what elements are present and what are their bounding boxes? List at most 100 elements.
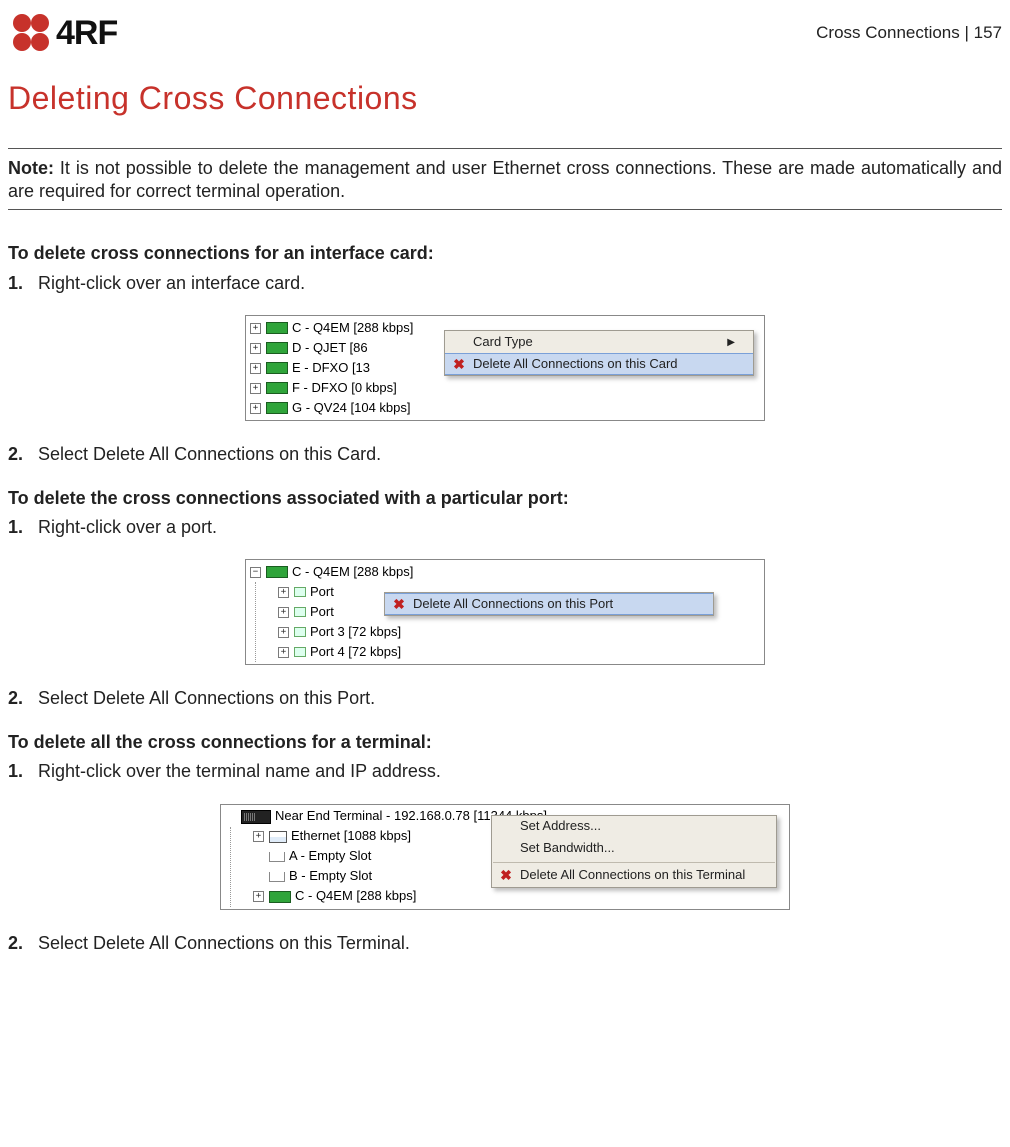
- logo: 4RF: [8, 10, 117, 56]
- menu-label: Delete All Connections on this Port: [413, 596, 613, 613]
- card-icon: [266, 322, 288, 334]
- section2-step1: 1. Right-click over a port.: [8, 516, 1002, 539]
- section2-head: To delete the cross connections associat…: [8, 487, 1002, 510]
- menu-item-set-address[interactable]: Set Address...: [492, 816, 776, 838]
- figure-terminal-tree: Near End Terminal - 192.168.0.78 [11344 …: [220, 804, 790, 910]
- port-icon: [294, 627, 306, 637]
- step-text: Select Delete All Connections on this Te…: [38, 932, 1002, 955]
- menu-label: Set Bandwidth...: [520, 840, 615, 857]
- tree-label: Ethernet [1088 kbps]: [291, 828, 411, 845]
- slot-icon: [269, 872, 285, 882]
- card-icon: [266, 402, 288, 414]
- spacer-icon: [225, 811, 236, 822]
- expand-icon[interactable]: +: [250, 343, 261, 354]
- slot-icon: [269, 852, 285, 862]
- tree-label: C - Q4EM [288 kbps]: [295, 888, 416, 905]
- tree-label: A - Empty Slot: [289, 848, 371, 865]
- expand-icon[interactable]: +: [250, 383, 261, 394]
- card-icon: [266, 382, 288, 394]
- tree-label: D - QJET [86: [292, 340, 368, 357]
- tree-label: C - Q4EM [288 kbps]: [292, 564, 413, 581]
- step-text: Right-click over an interface card.: [38, 272, 1002, 295]
- tree-row[interactable]: + Port 4 [72 kbps]: [274, 642, 764, 662]
- menu-item-delete-port[interactable]: ✖ Delete All Connections on this Port: [385, 593, 713, 615]
- tree-row[interactable]: + G - QV24 [104 kbps]: [246, 398, 764, 418]
- delete-icon: ✖: [451, 355, 467, 373]
- expand-icon[interactable]: +: [278, 627, 289, 638]
- note-text: It is not possible to delete the managem…: [8, 158, 1002, 201]
- menu-item-card-type[interactable]: Card Type ▶: [445, 331, 753, 353]
- note-label: Note:: [8, 158, 54, 178]
- figure-port-tree: − C - Q4EM [288 kbps] + Port + Port + Po…: [245, 559, 765, 665]
- tree-label: G - QV24 [104 kbps]: [292, 400, 411, 417]
- expand-icon[interactable]: +: [278, 647, 289, 658]
- tree-row[interactable]: − C - Q4EM [288 kbps]: [246, 562, 764, 582]
- step-text: Select Delete All Connections on this Ca…: [38, 443, 1002, 466]
- card-icon: [266, 566, 288, 578]
- tree-label: Port: [310, 604, 334, 621]
- submenu-arrow-icon: ▶: [727, 336, 735, 349]
- spacer-icon: [253, 851, 264, 862]
- tree-label: C - Q4EM [288 kbps]: [292, 320, 413, 337]
- card-icon: [266, 342, 288, 354]
- expand-icon[interactable]: +: [250, 363, 261, 374]
- tree-label: Port: [310, 584, 334, 601]
- context-menu: ✖ Delete All Connections on this Port: [384, 592, 714, 616]
- tree-label: Port 4 [72 kbps]: [310, 644, 401, 661]
- tree-row[interactable]: + Port 3 [72 kbps]: [274, 622, 764, 642]
- section3-step1: 1. Right-click over the terminal name an…: [8, 760, 1002, 783]
- figure-card-tree: + C - Q4EM [288 kbps] + D - QJET [86 + E…: [245, 315, 765, 421]
- page-title: Deleting Cross Connections: [8, 78, 1002, 120]
- ethernet-icon: [269, 831, 287, 843]
- section2-step2: 2. Select Delete All Connections on this…: [8, 687, 1002, 710]
- menu-label: Delete All Connections on this Card: [473, 356, 678, 373]
- note-block: Note: It is not possible to delete the m…: [8, 148, 1002, 211]
- context-menu: Set Address... Set Bandwidth... ✖ Delete…: [491, 815, 777, 888]
- delete-icon: ✖: [498, 866, 514, 884]
- card-icon: [269, 891, 291, 903]
- expand-icon[interactable]: +: [253, 891, 264, 902]
- tree-row[interactable]: + C - Q4EM [288 kbps]: [249, 887, 789, 907]
- logo-text: 4RF: [56, 11, 117, 55]
- expand-icon[interactable]: +: [250, 323, 261, 334]
- breadcrumb: Cross Connections | 157: [816, 22, 1002, 44]
- port-icon: [294, 607, 306, 617]
- expand-icon[interactable]: +: [278, 607, 289, 618]
- tree-label: F - DFXO [0 kbps]: [292, 380, 397, 397]
- expand-icon[interactable]: +: [250, 403, 261, 414]
- logo-icon: [8, 10, 54, 56]
- collapse-icon[interactable]: −: [250, 567, 261, 578]
- step-number: 1.: [8, 760, 38, 783]
- port-icon: [294, 647, 306, 657]
- menu-item-set-bandwidth[interactable]: Set Bandwidth...: [492, 838, 776, 860]
- spacer-icon: [253, 871, 264, 882]
- step-text: Select Delete All Connections on this Po…: [38, 687, 1002, 710]
- tree-label: E - DFXO [13: [292, 360, 370, 377]
- terminal-icon: [241, 810, 271, 824]
- menu-label: Delete All Connections on this Terminal: [520, 867, 745, 884]
- step-text: Right-click over a port.: [38, 516, 1002, 539]
- tree-label: B - Empty Slot: [289, 868, 372, 885]
- step-number: 2.: [8, 687, 38, 710]
- step-number: 1.: [8, 272, 38, 295]
- menu-label: Card Type: [473, 334, 533, 351]
- context-menu: Card Type ▶ ✖ Delete All Connections on …: [444, 330, 754, 376]
- tree-row[interactable]: + F - DFXO [0 kbps]: [246, 378, 764, 398]
- section1-head: To delete cross connections for an inter…: [8, 242, 1002, 265]
- menu-item-delete-card[interactable]: ✖ Delete All Connections on this Card: [445, 353, 753, 375]
- menu-item-delete-terminal[interactable]: ✖ Delete All Connections on this Termina…: [492, 865, 776, 887]
- delete-icon: ✖: [391, 595, 407, 613]
- menu-label: Set Address...: [520, 818, 601, 835]
- menu-separator: [493, 862, 775, 863]
- section3-step2: 2. Select Delete All Connections on this…: [8, 932, 1002, 955]
- doc-header: 4RF Cross Connections | 157: [8, 8, 1002, 58]
- card-icon: [266, 362, 288, 374]
- section1-step1: 1. Right-click over an interface card.: [8, 272, 1002, 295]
- expand-icon[interactable]: +: [253, 831, 264, 842]
- port-icon: [294, 587, 306, 597]
- step-number: 2.: [8, 443, 38, 466]
- step-number: 1.: [8, 516, 38, 539]
- section3-head: To delete all the cross connections for …: [8, 731, 1002, 754]
- expand-icon[interactable]: +: [278, 587, 289, 598]
- step-number: 2.: [8, 932, 38, 955]
